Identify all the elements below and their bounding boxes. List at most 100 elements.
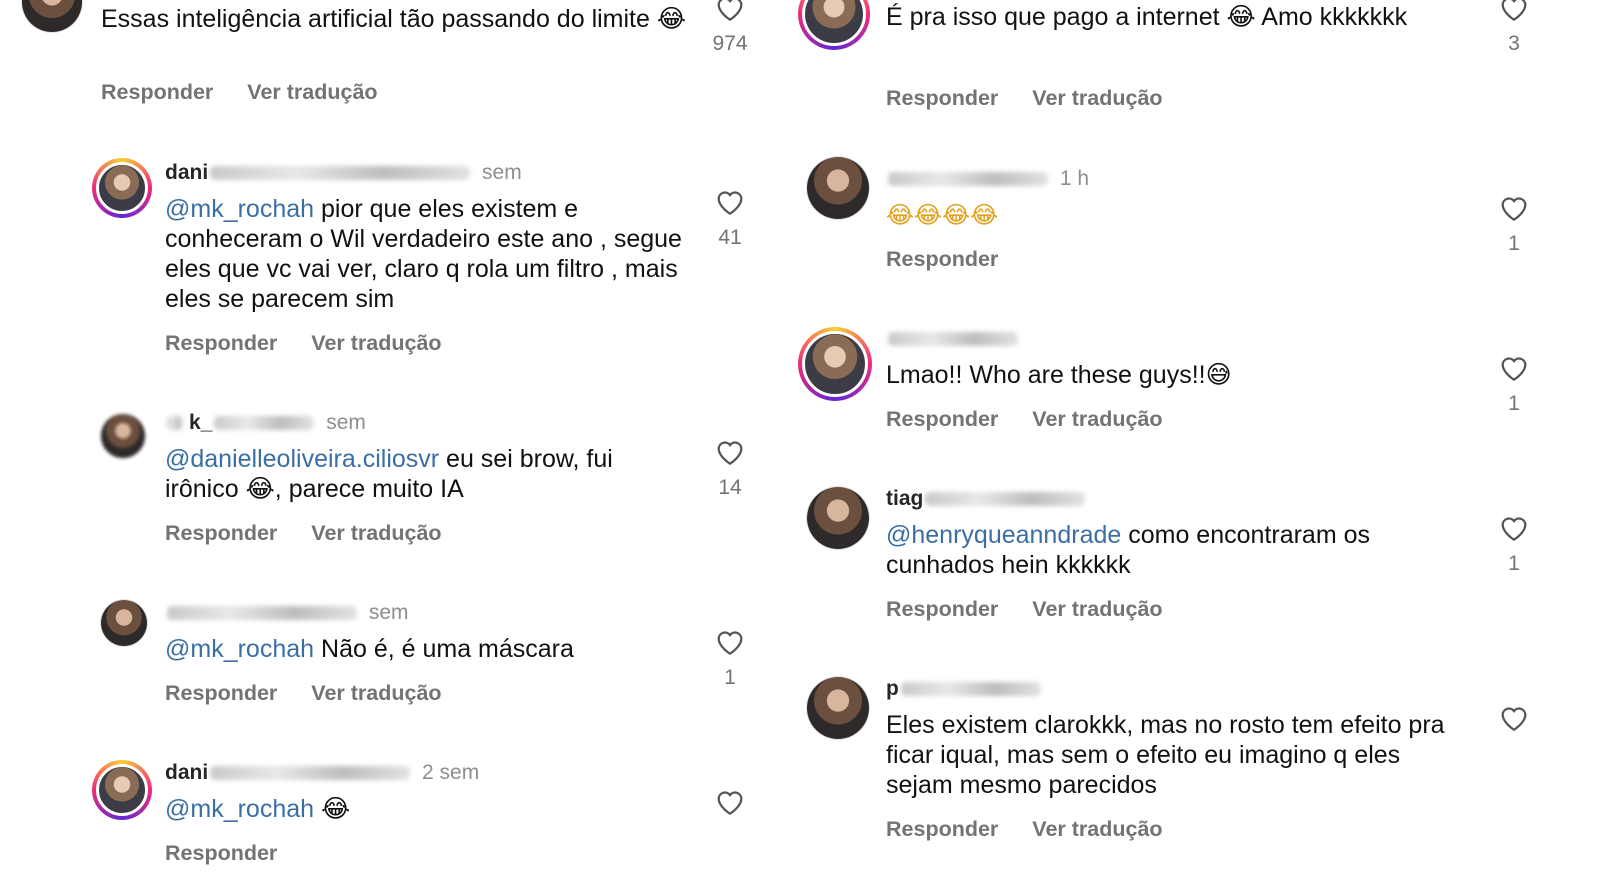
see-translation-button[interactable]: Ver tradução bbox=[311, 331, 441, 355]
like-count: 41 bbox=[718, 226, 742, 249]
like-control: 974 bbox=[700, 0, 760, 56]
comment-actions: Responder Ver tradução bbox=[165, 521, 470, 546]
see-translation-button[interactable]: Ver tradução bbox=[1032, 407, 1162, 431]
reply-button[interactable]: Responder bbox=[165, 841, 277, 865]
comment-actions: Responder Ver tradução bbox=[165, 331, 470, 356]
avatar[interactable] bbox=[22, 0, 82, 32]
reply-button[interactable]: Responder bbox=[165, 521, 277, 545]
like-count: 1 bbox=[1508, 392, 1520, 415]
reply-button[interactable]: Responder bbox=[886, 597, 998, 621]
reply-button[interactable]: Responder bbox=[165, 331, 277, 355]
like-count: 14 bbox=[718, 476, 742, 499]
see-translation-button[interactable]: Ver tradução bbox=[1032, 817, 1162, 841]
comment-text: @danielleoliveira.ciliosvr eu sei brow, … bbox=[165, 445, 613, 503]
avatar[interactable] bbox=[101, 600, 147, 646]
like-count: 974 bbox=[712, 32, 748, 55]
like-count: 1 bbox=[1508, 552, 1520, 575]
mention-link[interactable]: @mk_rochah bbox=[165, 635, 314, 663]
like-count: 3 bbox=[1508, 32, 1520, 55]
like-control bbox=[700, 786, 760, 816]
comment-actions: Responder Ver tradução bbox=[886, 86, 1191, 111]
see-translation-button[interactable]: Ver tradução bbox=[1032, 86, 1162, 110]
comment-text: É pra isso que pago a internet 😂 Amo kkk… bbox=[886, 3, 1408, 31]
avatar[interactable] bbox=[798, 327, 872, 401]
avatar[interactable] bbox=[92, 158, 152, 218]
heart-icon[interactable] bbox=[714, 626, 746, 656]
comment-meta: p bbox=[886, 677, 1047, 701]
comment-text: @henryqueanndrade como encontraram os cu… bbox=[886, 521, 1370, 579]
like-control: 14 bbox=[700, 436, 760, 500]
username[interactable]: p bbox=[886, 677, 899, 700]
mention-link[interactable]: @mk_rochah bbox=[165, 795, 314, 823]
comment-actions: Responder bbox=[165, 841, 305, 866]
avatar[interactable] bbox=[92, 760, 152, 820]
reply-button[interactable]: Responder bbox=[101, 80, 213, 104]
username[interactable]: k_ bbox=[189, 411, 212, 434]
reply-button[interactable]: Responder bbox=[886, 86, 998, 110]
timestamp: sem bbox=[368, 601, 409, 624]
reply-button[interactable]: Responder bbox=[165, 681, 277, 705]
comment-actions: Responder Ver tradução bbox=[886, 597, 1191, 622]
comment-meta: k_ sem bbox=[165, 411, 366, 435]
comment-meta: tiag bbox=[886, 487, 1091, 511]
see-translation-button[interactable]: Ver tradução bbox=[247, 80, 377, 104]
comment-meta: 1 h bbox=[886, 167, 1089, 191]
reply-button[interactable]: Responder bbox=[886, 247, 998, 271]
heart-icon[interactable] bbox=[1498, 192, 1530, 222]
reply-button[interactable]: Responder bbox=[886, 407, 998, 431]
comment-actions: Responder Ver tradução bbox=[101, 80, 406, 105]
heart-icon[interactable] bbox=[714, 786, 746, 816]
mention-link[interactable]: @henryqueanndrade bbox=[886, 521, 1121, 549]
see-translation-button[interactable]: Ver tradução bbox=[311, 521, 441, 545]
avatar[interactable] bbox=[798, 0, 870, 50]
mention-link[interactable]: @mk_rochah bbox=[165, 195, 314, 223]
avatar[interactable] bbox=[101, 414, 145, 458]
like-control: 1 bbox=[1484, 192, 1544, 256]
like-control: 1 bbox=[1484, 352, 1544, 416]
comment-text: @mk_rochah pior que eles existem e conhe… bbox=[165, 195, 682, 313]
heart-icon[interactable] bbox=[1498, 702, 1530, 732]
heart-icon[interactable] bbox=[714, 186, 746, 216]
comment-meta bbox=[886, 327, 1024, 351]
heart-icon[interactable] bbox=[1498, 352, 1530, 382]
comment-text: Lmao!! Who are these guys!!😅 bbox=[886, 361, 1232, 389]
comment-actions: Responder Ver tradução bbox=[886, 817, 1191, 842]
comments-column-left: Essas inteligência artificial tão passan… bbox=[0, 0, 790, 894]
comment-meta: dani sem bbox=[165, 161, 522, 185]
like-control: 3 bbox=[1484, 0, 1544, 56]
comment-meta: dani 2 sem bbox=[165, 761, 479, 785]
heart-icon[interactable] bbox=[714, 436, 746, 466]
mention-link[interactable]: @danielleoliveira.ciliosvr bbox=[165, 445, 439, 473]
comment-actions: Responder Ver tradução bbox=[886, 407, 1191, 432]
avatar[interactable] bbox=[807, 487, 869, 549]
comment-text: @mk_rochah 😂 bbox=[165, 795, 351, 823]
reply-button[interactable]: Responder bbox=[886, 817, 998, 841]
username[interactable]: tiag bbox=[886, 487, 923, 510]
comments-column-right: É pra isso que pago a internet 😂 Amo kkk… bbox=[790, 0, 1600, 894]
like-control bbox=[1484, 702, 1544, 732]
comment-text: 😂😂😂😂 bbox=[886, 201, 999, 229]
avatar[interactable] bbox=[807, 677, 869, 739]
username[interactable]: dani bbox=[165, 161, 208, 184]
like-count: 1 bbox=[724, 666, 736, 689]
avatar[interactable] bbox=[807, 157, 869, 219]
comment-text: Eles existem clarokkk, mas no rosto tem … bbox=[886, 711, 1445, 799]
like-count: 1 bbox=[1508, 232, 1520, 255]
see-translation-button[interactable]: Ver tradução bbox=[311, 681, 441, 705]
comment-text: @mk_rochah Não é, é uma máscara bbox=[165, 635, 574, 663]
heart-icon[interactable] bbox=[714, 0, 746, 22]
like-control: 41 bbox=[700, 186, 760, 250]
like-control: 1 bbox=[700, 626, 760, 690]
comment-meta: sem bbox=[165, 601, 409, 625]
see-translation-button[interactable]: Ver tradução bbox=[1032, 597, 1162, 621]
username[interactable]: dani bbox=[165, 761, 208, 784]
heart-icon[interactable] bbox=[1498, 0, 1530, 22]
timestamp: sem bbox=[482, 161, 522, 184]
timestamp: 1 h bbox=[1059, 167, 1090, 190]
comment-actions: Responder Ver tradução bbox=[165, 681, 470, 706]
comment-text: Essas inteligência artificial tão passan… bbox=[101, 5, 687, 33]
timestamp: 2 sem bbox=[422, 761, 480, 784]
heart-icon[interactable] bbox=[1498, 512, 1530, 542]
comment-actions: Responder bbox=[886, 247, 1026, 272]
like-control: 1 bbox=[1484, 512, 1544, 576]
